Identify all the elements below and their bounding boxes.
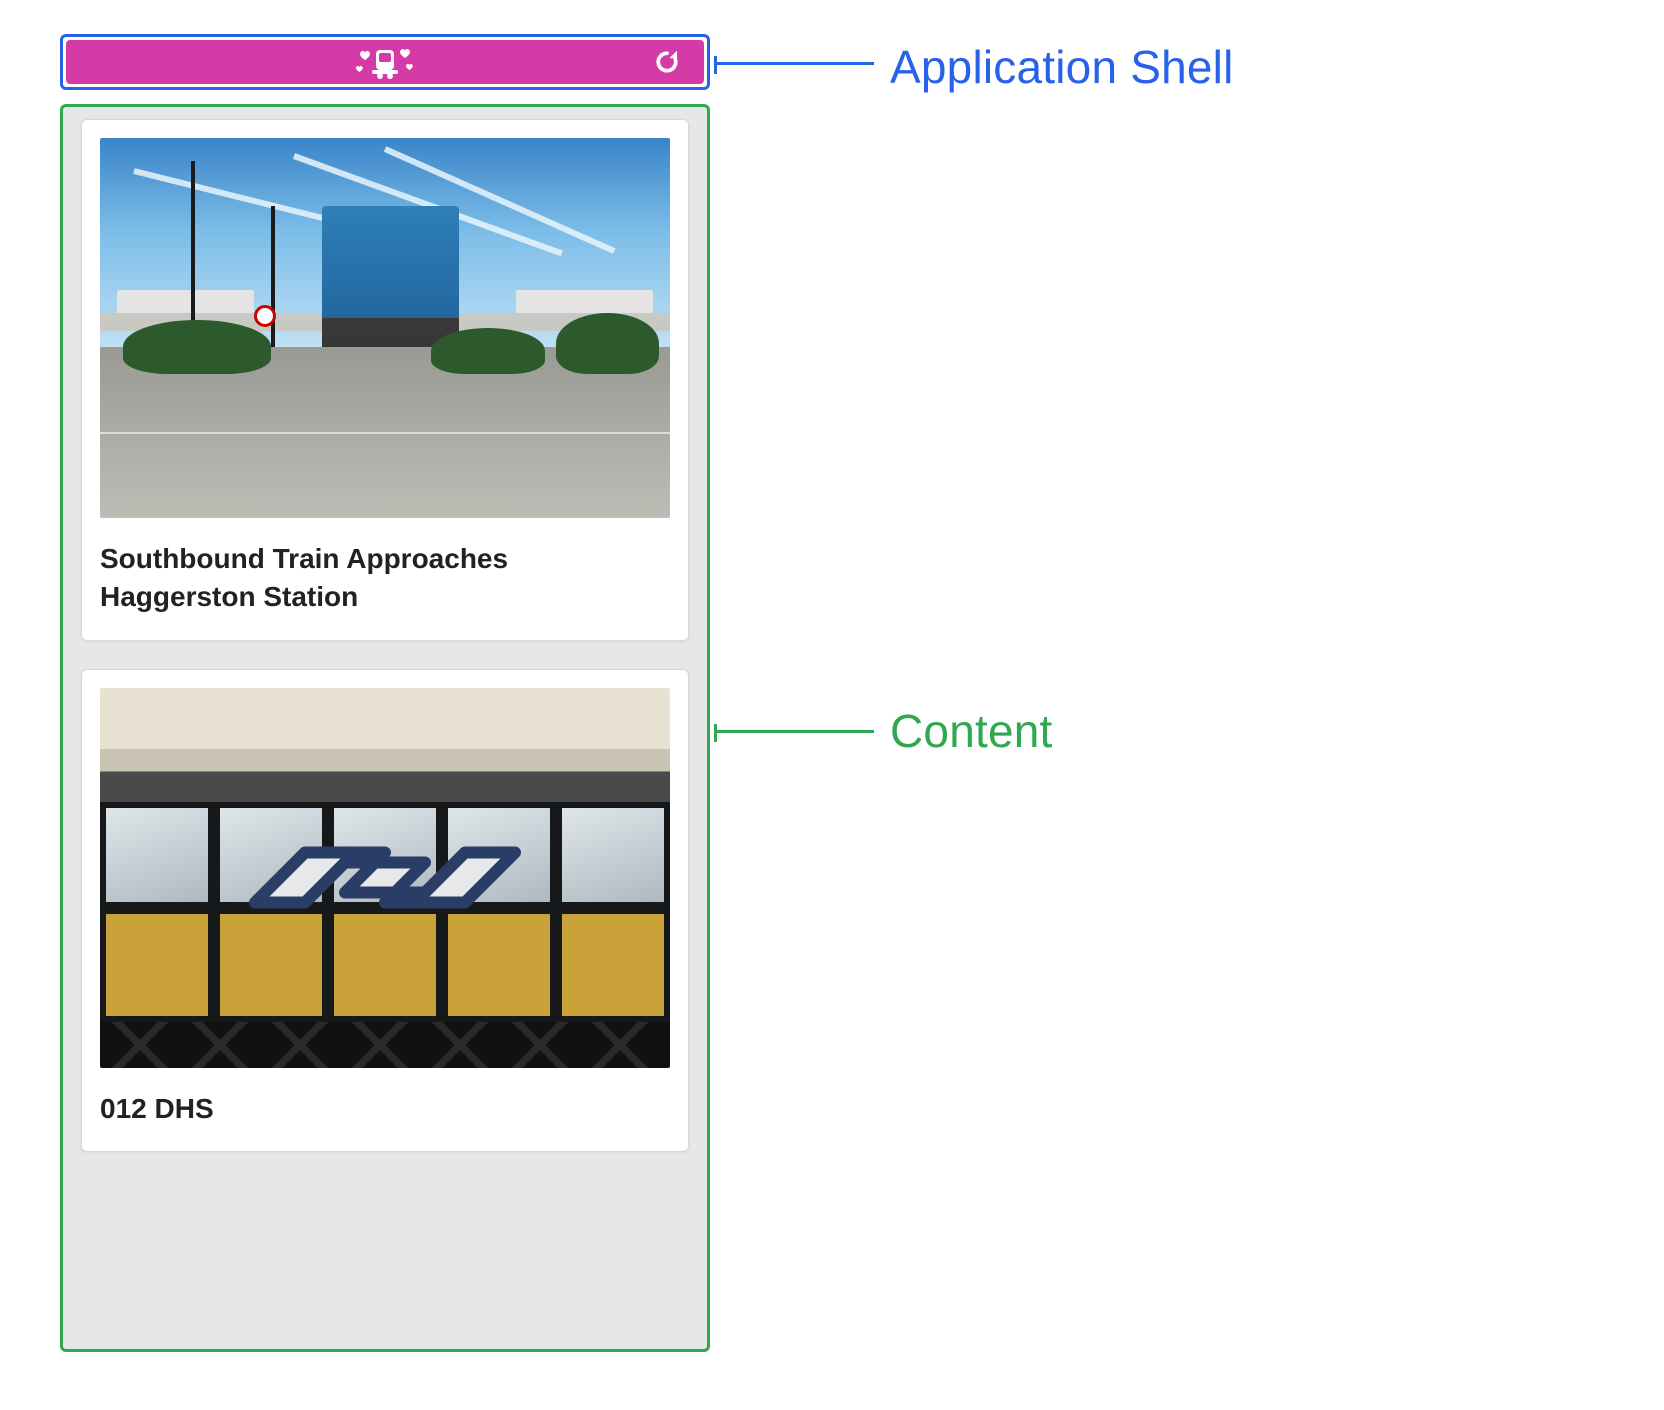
content-card[interactable]: Southbound Train Approaches Haggerston S… [81, 119, 689, 641]
annotation-label-content: Content [890, 704, 1053, 758]
diagram-stage: Southbound Train Approaches Haggerston S… [60, 34, 1600, 1364]
content-card[interactable]: 012 DHS [81, 669, 689, 1153]
refresh-button[interactable] [652, 47, 682, 77]
card-title: Southbound Train Approaches Haggerston S… [100, 540, 670, 616]
app-shell-bar [66, 40, 704, 84]
card-image [100, 138, 670, 518]
card-title: 012 DHS [100, 1090, 670, 1128]
annotation-leader [714, 62, 874, 65]
ns-logo-icon [235, 813, 535, 958]
annotation-leader [714, 730, 874, 733]
train-hearts-icon [350, 44, 420, 80]
app-shell-outline [60, 34, 710, 90]
annotation-label-shell: Application Shell [890, 40, 1234, 94]
card-image [100, 688, 670, 1068]
content-outline: Southbound Train Approaches Haggerston S… [60, 104, 710, 1352]
